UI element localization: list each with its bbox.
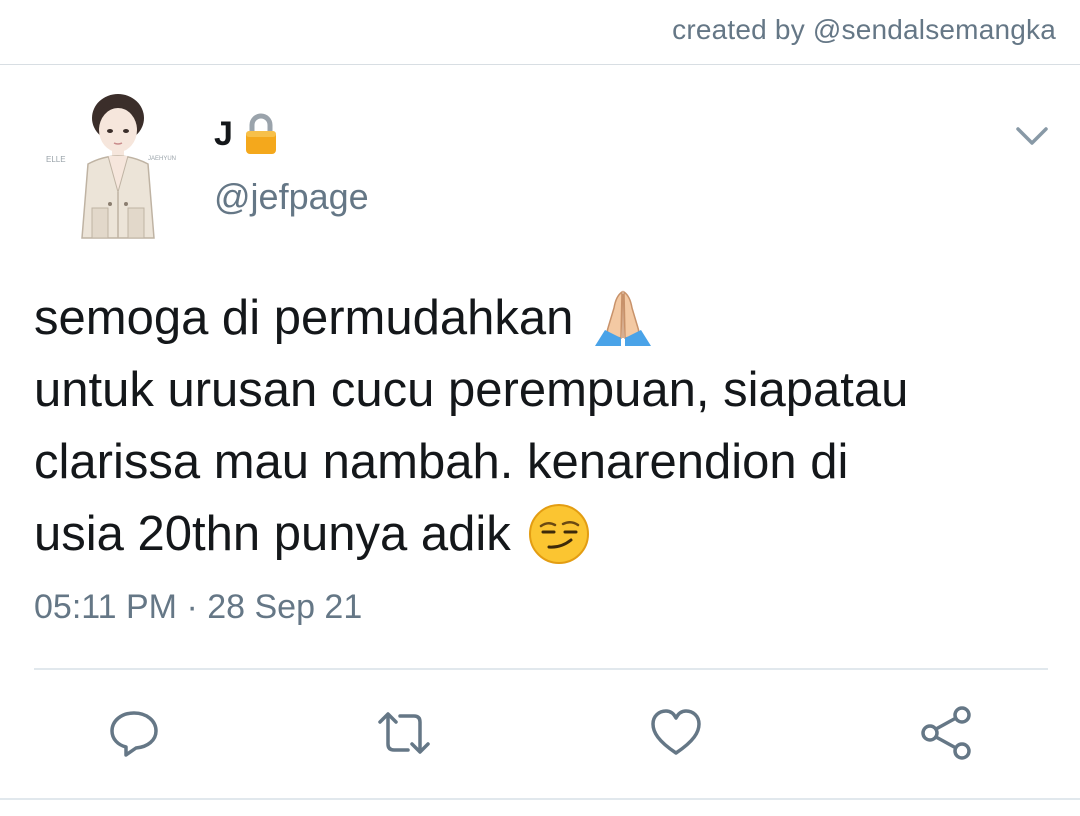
chevron-down-icon[interactable] [1014, 118, 1050, 154]
lock-icon [245, 113, 276, 154]
display-name-text: J [214, 114, 233, 153]
user-handle[interactable]: @jefpage [214, 176, 369, 218]
retweet-button[interactable] [374, 700, 434, 766]
tweet-line-1: semoga di permudahkan [34, 282, 1054, 354]
reply-icon [110, 711, 158, 757]
top-divider [0, 64, 1080, 65]
avatar-label-right: JAEHYUN [148, 156, 176, 162]
share-icon [921, 706, 971, 760]
actions-divider [34, 668, 1048, 670]
like-icon [651, 709, 701, 755]
tweet-line-3: clarissa mau nambah. kenarendion di [34, 426, 1054, 498]
folded-hands-emoji [595, 290, 652, 346]
tweet-line-2: untuk urusan cucu perempuan, siapatau [34, 354, 1054, 426]
share-button[interactable] [916, 700, 976, 766]
action-bar [0, 700, 1080, 766]
bottom-divider [0, 798, 1080, 800]
smirking-face-emoji [528, 504, 589, 564]
tweet-text: semoga di permudahkan untuk urusan cucu … [34, 282, 1054, 570]
retweet-icon [378, 712, 430, 754]
tweet-line-1-text: semoga di permudahkan [34, 291, 574, 345]
avatar-label-left: ELLE [46, 155, 66, 164]
credit-text: created by @sendalsemangka [672, 14, 1056, 45]
tweet-line-4: usia 20thn punya adik [34, 498, 1054, 570]
tweet-line-3-text: clarissa mau nambah. kenarendion di [34, 435, 849, 489]
like-button[interactable] [646, 700, 706, 766]
tweet-line-2-text: untuk urusan cucu perempuan, siapatau [34, 363, 909, 417]
tweet-line-4-text: usia 20thn punya adik [34, 507, 511, 561]
display-name[interactable]: J [214, 112, 279, 156]
avatar[interactable]: ELLE JAEHYUN [44, 92, 184, 244]
reply-button[interactable] [104, 700, 164, 766]
tweet-timestamp[interactable]: 05:11 PM · 28 Sep 21 [34, 588, 362, 627]
